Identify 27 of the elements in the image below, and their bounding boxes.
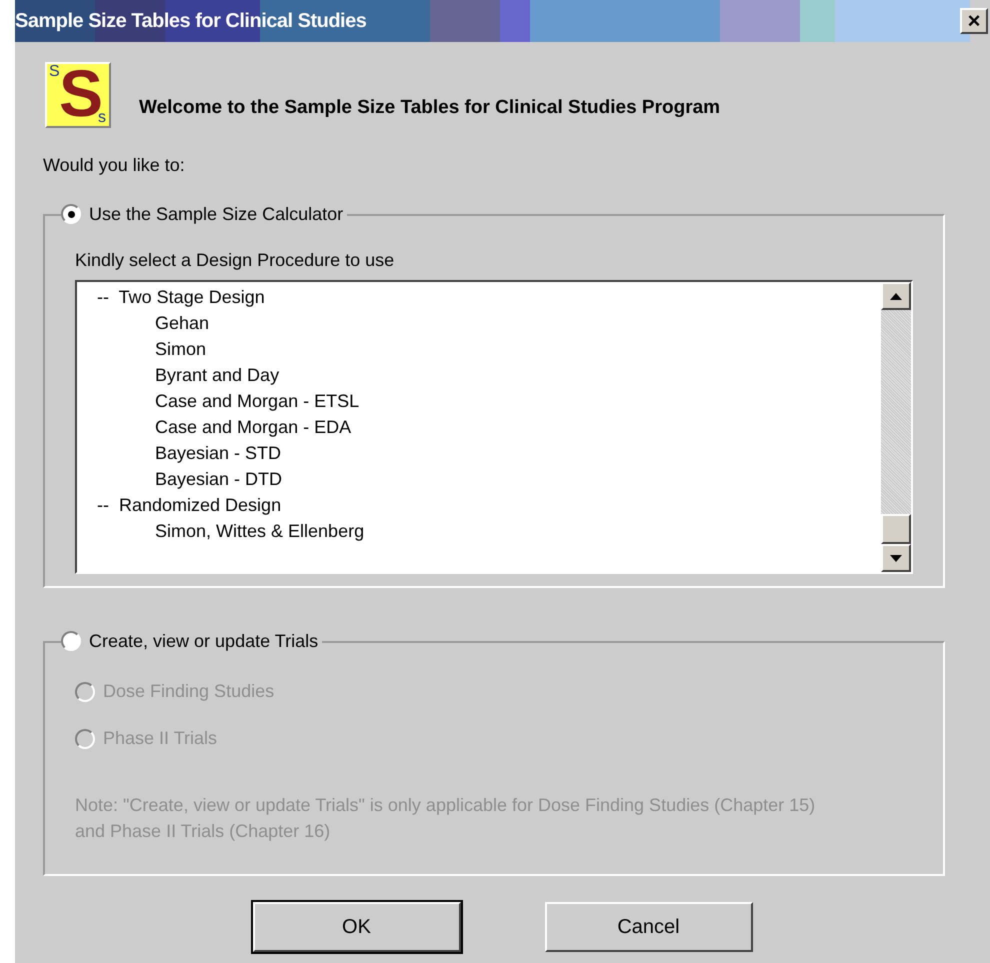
list-item[interactable]: Gehan <box>77 310 881 336</box>
prompt-text: Would you like to: <box>42 154 186 177</box>
list-item[interactable]: Simon <box>77 336 881 362</box>
scroll-down-button[interactable] <box>881 544 911 572</box>
radio-option[interactable]: Use the Sample Size Calculator <box>61 200 344 228</box>
close-button[interactable]: × <box>960 8 988 34</box>
down-arrow-icon <box>890 554 902 562</box>
radio-option[interactable]: Create, view or update Trials <box>61 628 318 654</box>
list-item[interactable]: -- Randomized Design <box>77 492 881 518</box>
window-title: Sample Size Tables for Clinical Studies <box>15 9 366 34</box>
note-text: Note: "Create, view or update Trials" is only applicable for Dose Finding Studies (Chapter 15) and Phase II Trials (Chapter 16) <box>75 794 816 843</box>
list-item[interactable]: Byrant and Day <box>77 362 881 388</box>
scroll-up-button[interactable] <box>881 282 911 310</box>
dialog-button[interactable]: Cancel <box>544 902 752 952</box>
up-arrow-icon <box>890 292 902 300</box>
list-item[interactable]: Simon, Wittes & Ellenberg <box>77 518 881 544</box>
list-item[interactable]: Bayesian - DTD <box>77 466 881 492</box>
welcome-heading: Welcome to the Sample Size Tables for Clinical Studies Program <box>139 96 720 120</box>
list-item[interactable]: -- Two Stage Design <box>77 284 881 310</box>
scrollbar[interactable] <box>881 282 911 572</box>
list-item[interactable]: Case and Morgan - ETSL <box>77 388 881 414</box>
list-item[interactable]: Bayesian - STD <box>77 440 881 466</box>
scroll-thumb[interactable] <box>881 514 911 544</box>
dialog-button[interactable]: OK <box>252 902 460 952</box>
list-item[interactable]: Case and Morgan - EDA <box>77 414 881 440</box>
list-caption: Kindly select a Design Procedure to use <box>75 249 396 272</box>
procedure-list[interactable]: -- Two Stage Design Gehan Simon Byrant and Day Case and Morgan - ETSL Case and Morgan - EDA Bayesian - STD Bayesian - DTD -- Randomized Design Simon, Wittes & Ellenberg <box>75 280 913 574</box>
